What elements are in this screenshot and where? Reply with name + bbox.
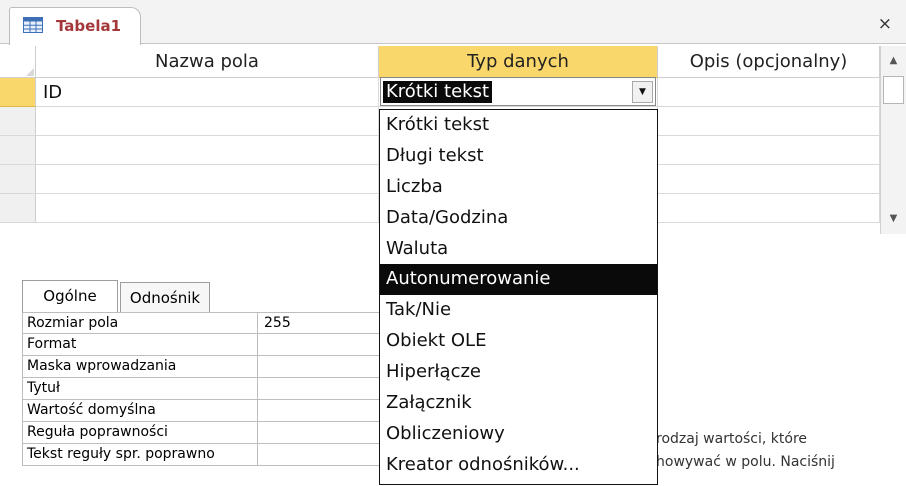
description-cell[interactable] — [658, 107, 880, 136]
document-tab-strip: Tabela1 × — [0, 0, 906, 45]
property-value[interactable] — [258, 378, 382, 400]
dropdown-option-hyperlink[interactable]: Hiperłącze — [380, 357, 657, 388]
property-value[interactable] — [258, 334, 382, 356]
property-row[interactable]: Wartość domyślna — [22, 400, 402, 422]
column-header-field-name[interactable]: Nazwa pola — [36, 46, 379, 78]
field-name-cell[interactable] — [36, 107, 379, 136]
dropdown-option-currency[interactable]: Waluta — [380, 234, 657, 265]
description-cell[interactable] — [658, 194, 880, 223]
property-label: Reguła poprawności — [22, 422, 258, 444]
row-selector[interactable] — [0, 136, 36, 165]
property-label: Tytuł — [22, 378, 258, 400]
property-label: Maska wprowadzania — [22, 356, 258, 378]
scroll-down-icon[interactable]: ▼ — [881, 208, 906, 230]
grid-corner[interactable] — [0, 46, 36, 78]
property-row[interactable]: Tytuł — [22, 378, 402, 400]
field-name-cell[interactable] — [36, 165, 379, 194]
property-label: Format — [22, 334, 258, 356]
property-row[interactable]: Format — [22, 334, 402, 356]
scroll-up-icon[interactable]: ▲ — [881, 50, 906, 72]
property-value[interactable]: 255 — [258, 312, 382, 334]
help-text-line: howywać w polu. Naciśnij — [656, 454, 835, 470]
row-selector[interactable] — [0, 78, 36, 107]
data-type-combobox[interactable]: Krótki tekst ▼ — [380, 77, 656, 106]
table-icon — [23, 17, 43, 33]
description-cell[interactable] — [658, 165, 880, 194]
field-properties-table: Rozmiar pola 255 Format Maska wprowadzan… — [22, 312, 402, 466]
data-type-selected-value: Krótki tekst — [383, 81, 493, 103]
dropdown-option-short-text[interactable]: Krótki tekst — [380, 110, 657, 141]
close-icon[interactable]: × — [878, 14, 892, 34]
dropdown-option-ole-object[interactable]: Obiekt OLE — [380, 326, 657, 357]
dropdown-option-attachment[interactable]: Załącznik — [380, 388, 657, 419]
property-row[interactable]: Tekst reguły spr. poprawno — [22, 444, 402, 466]
column-header-description[interactable]: Opis (opcjonalny) — [658, 46, 880, 78]
row-selector[interactable] — [0, 165, 36, 194]
description-cell[interactable] — [658, 136, 880, 165]
row-selector[interactable] — [0, 194, 36, 223]
dropdown-arrow-button[interactable]: ▼ — [632, 81, 653, 103]
document-tab-tabela1[interactable]: Tabela1 — [9, 7, 141, 45]
field-name-cell[interactable] — [36, 136, 379, 165]
help-text-line: rodzaj wartości, które — [656, 431, 808, 447]
data-type-dropdown-list: Krótki tekst Długi tekst Liczba Data/God… — [379, 109, 658, 485]
field-name-cell[interactable]: ID — [36, 78, 379, 107]
field-name-value: ID — [43, 82, 63, 103]
tab-general[interactable]: Ogólne — [22, 280, 118, 312]
field-name-cell[interactable] — [36, 194, 379, 223]
dropdown-option-lookup-wizard[interactable]: Kreator odnośników... — [380, 450, 657, 481]
property-value[interactable] — [258, 422, 382, 444]
description-cell[interactable] — [658, 78, 880, 107]
property-row[interactable]: Rozmiar pola 255 — [22, 312, 402, 334]
property-value[interactable] — [258, 444, 382, 466]
property-row[interactable]: Maska wprowadzania — [22, 356, 402, 378]
scrollbar-thumb[interactable] — [883, 76, 904, 104]
dropdown-option-number[interactable]: Liczba — [380, 172, 657, 203]
dropdown-option-autonumber[interactable]: Autonumerowanie — [380, 264, 657, 296]
vertical-scrollbar[interactable]: ▲ ▼ — [880, 46, 906, 234]
property-label: Rozmiar pola — [22, 312, 258, 334]
dropdown-option-calculated[interactable]: Obliczeniowy — [380, 419, 657, 450]
property-label: Tekst reguły spr. poprawno — [22, 444, 258, 466]
tab-lookup[interactable]: Odnośnik — [120, 282, 210, 312]
dropdown-option-yes-no[interactable]: Tak/Nie — [380, 295, 657, 326]
property-row[interactable]: Reguła poprawności — [22, 422, 402, 444]
property-label: Wartość domyślna — [22, 400, 258, 422]
column-header-data-type[interactable]: Typ danych — [379, 46, 658, 78]
document-tab-title: Tabela1 — [56, 17, 122, 35]
property-value[interactable] — [258, 356, 382, 378]
row-selector[interactable] — [0, 107, 36, 136]
help-text: rodzaj wartości, które howywać w polu. N… — [656, 428, 906, 474]
dropdown-option-date-time[interactable]: Data/Godzina — [380, 203, 657, 234]
property-value[interactable] — [258, 400, 382, 422]
dropdown-option-long-text[interactable]: Długi tekst — [380, 141, 657, 172]
